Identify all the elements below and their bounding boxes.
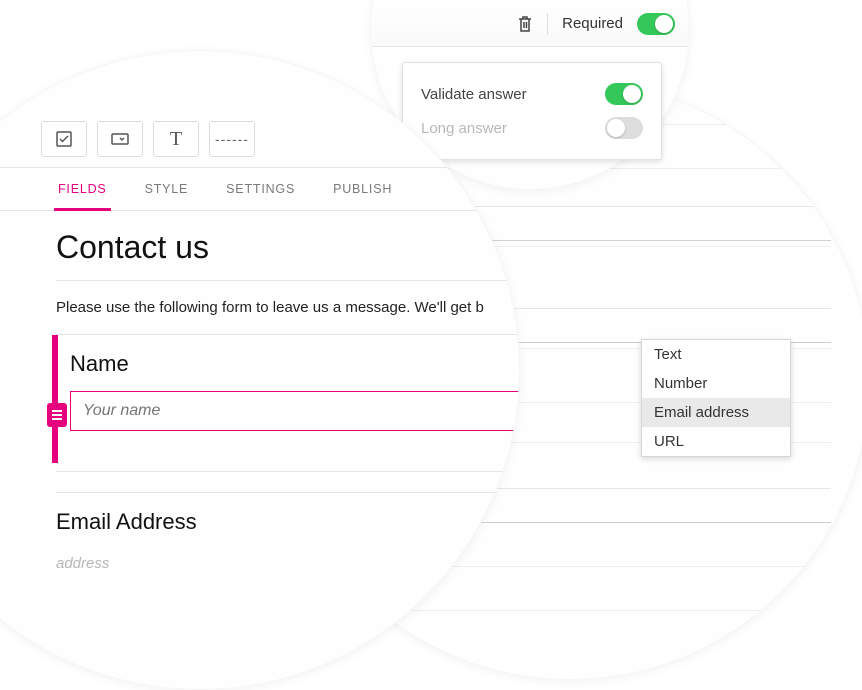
required-label: Required <box>562 15 623 32</box>
trash-icon[interactable] <box>517 15 533 33</box>
text-element-button[interactable]: T <box>153 121 199 157</box>
long-answer-toggle[interactable] <box>605 117 643 139</box>
field-label-email[interactable]: Email Address <box>56 509 520 535</box>
divider <box>547 13 548 35</box>
tab-publish[interactable]: PUBLISH <box>331 168 394 210</box>
dropdown-item-text[interactable]: Text <box>642 340 790 369</box>
validation-type-dropdown[interactable]: Text Number Email address URL <box>641 339 791 457</box>
field-block-name[interactable]: Name <box>56 334 520 451</box>
toolbar: T ------ <box>0 111 520 167</box>
field-placeholder-email: address <box>56 549 520 572</box>
dropdown-field-button[interactable] <box>97 121 143 157</box>
field-settings-bar: Required <box>371 1 690 47</box>
editor-tabs: FIELDS STYLE SETTINGS PUBLISH <box>0 167 520 211</box>
tab-fields[interactable]: FIELDS <box>56 168 109 210</box>
tab-style[interactable]: STYLE <box>143 168 191 210</box>
checkbox-field-button[interactable] <box>41 121 87 157</box>
drag-handle-icon[interactable] <box>47 403 67 427</box>
dropdown-item-number[interactable]: Number <box>642 369 790 398</box>
divider-element-button[interactable]: ------ <box>209 121 255 157</box>
form-intro[interactable]: Please use the following form to leave u… <box>56 281 520 334</box>
dropdown-item-email[interactable]: Email address <box>642 398 790 427</box>
required-toggle[interactable] <box>637 13 675 35</box>
validate-answer-label: Validate answer <box>421 86 527 103</box>
field-label-name[interactable]: Name <box>70 351 520 377</box>
validate-answer-toggle[interactable] <box>605 83 643 105</box>
tab-settings[interactable]: SETTINGS <box>224 168 297 210</box>
field-block-email[interactable]: Email Address address <box>56 492 520 592</box>
form-title[interactable]: Contact us <box>56 229 520 280</box>
field-placeholder-input[interactable] <box>70 391 520 431</box>
dropdown-item-url[interactable]: URL <box>642 427 790 456</box>
